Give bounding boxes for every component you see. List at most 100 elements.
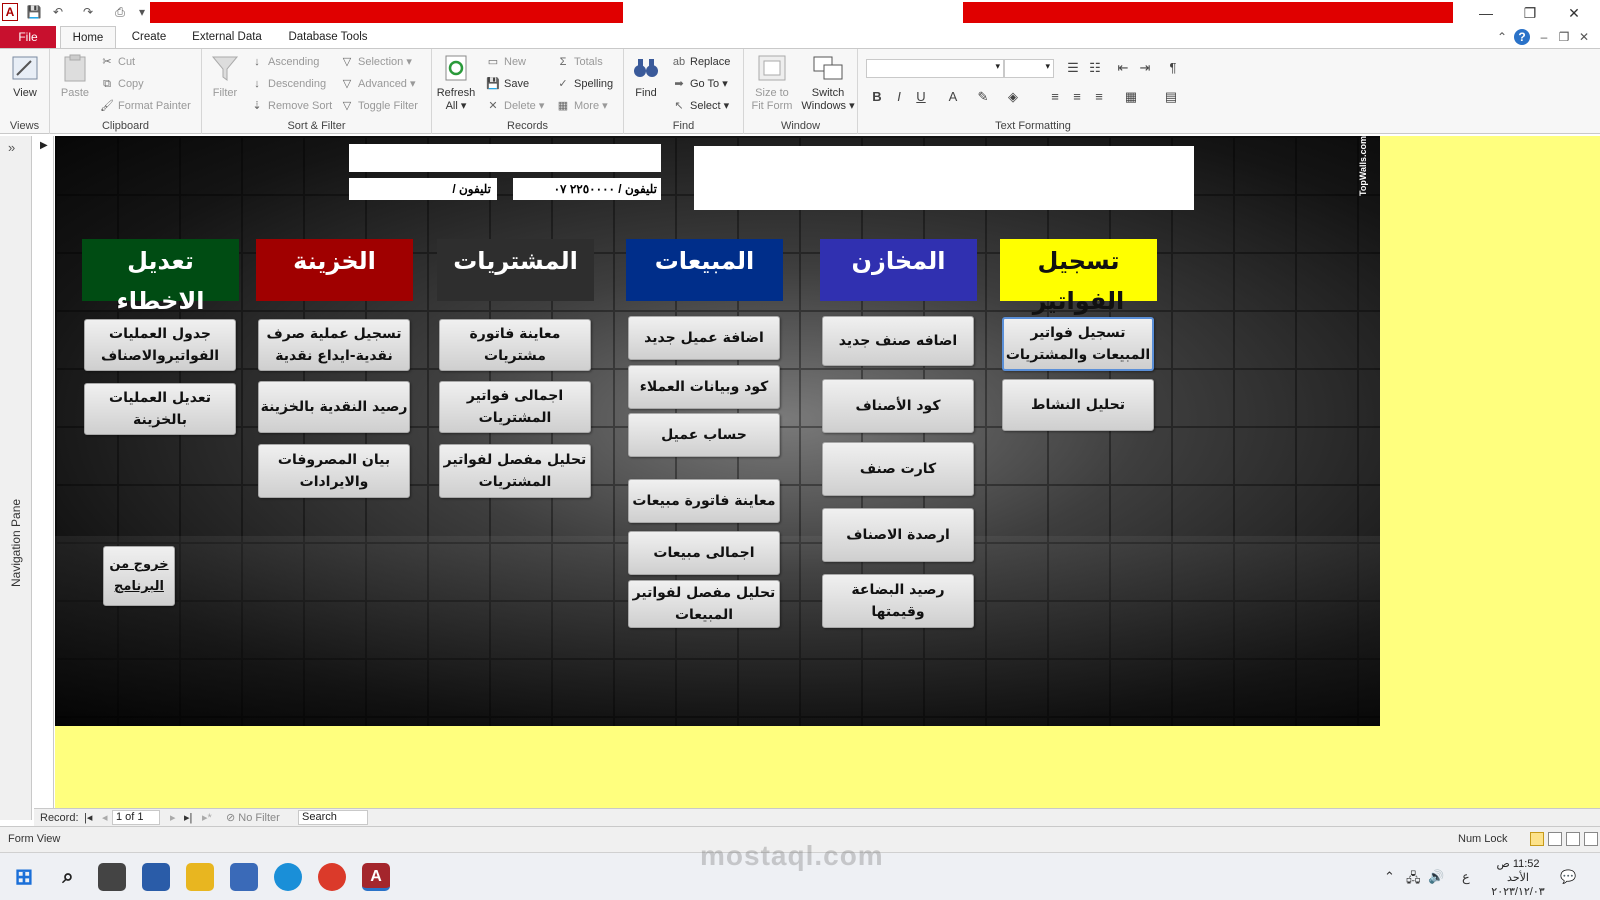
spelling-button[interactable]: ✓ Spelling [556, 75, 613, 93]
descending-button[interactable]: ↓ Descending [250, 75, 326, 93]
tab-home[interactable]: Home [60, 26, 116, 48]
increase-indent-icon[interactable]: ⇥ [1136, 60, 1154, 76]
activity-analysis-button[interactable]: تحليل النشاط [1002, 379, 1154, 431]
item-codes-button[interactable]: كود الأصناف [822, 379, 974, 433]
paragraph-direction-icon[interactable]: ¶ [1164, 60, 1182, 75]
ascending-button[interactable]: ↓ Ascending [250, 53, 319, 71]
total-purchases-button[interactable]: اجمالى فواتير المشتريات [439, 381, 591, 433]
item-card-button[interactable]: كارت صنف [822, 442, 974, 496]
size-to-fit-button[interactable]: Size to Fit Form [748, 53, 796, 113]
doc-minimize-icon[interactable]: – [1536, 29, 1552, 45]
new-record-nav-button[interactable]: ▸* [202, 810, 212, 826]
doc-restore-icon[interactable]: ❐ [1556, 29, 1572, 45]
toggle-filter-button[interactable]: ▽ Toggle Filter [340, 97, 418, 115]
decrease-indent-icon[interactable]: ⇤ [1114, 60, 1132, 76]
current-record-field[interactable]: 1 of 1 [112, 810, 160, 825]
align-right-icon[interactable]: ≡ [1090, 89, 1108, 104]
expenses-revenues-button[interactable]: بيان المصروفات والايرادات [258, 444, 410, 498]
print-preview-icon[interactable]: ⎙ [112, 4, 128, 20]
purchase-detail-analysis-button[interactable]: تحليل مفصل لفواتير المشتريات [439, 444, 591, 498]
task-view-icon[interactable] [98, 863, 126, 891]
help-icon[interactable]: ? [1514, 29, 1530, 45]
add-customer-button[interactable]: اضافة عميل جديد [628, 316, 780, 360]
tab-file[interactable]: File [0, 26, 56, 48]
doc-close-icon[interactable]: ✕ [1576, 29, 1592, 45]
tab-database-tools[interactable]: Database Tools [280, 26, 376, 48]
design-view-mode-icon[interactable] [1584, 832, 1598, 846]
switch-windows-button[interactable]: Switch Windows ▾ [800, 53, 856, 113]
register-invoices-button[interactable]: تسجيل فواتير المبيعات والمشتريات [1002, 317, 1154, 371]
italic-icon[interactable]: I [890, 89, 908, 104]
customer-codes-button[interactable]: كود وبيانات العملاء [628, 365, 780, 409]
search-icon[interactable]: ⌕ [54, 863, 82, 891]
font-name-dropdown[interactable]: ▾ [866, 59, 1004, 78]
access-app-icon[interactable]: A [2, 3, 18, 21]
fill-color-icon[interactable]: ◈ [1004, 89, 1022, 105]
no-filter-indicator[interactable]: ⊘ No Filter [226, 810, 280, 826]
advanced-button[interactable]: ▽ Advanced ▾ [340, 75, 416, 93]
layout-view-icon[interactable] [1566, 832, 1580, 846]
bold-icon[interactable]: B [868, 89, 886, 104]
paste-button[interactable]: Paste [56, 53, 94, 100]
gridlines-icon[interactable]: ▦ [1122, 89, 1140, 105]
font-size-dropdown[interactable]: ▾ [1004, 59, 1054, 78]
remove-sort-button[interactable]: ⇣ Remove Sort [250, 97, 332, 115]
nav-pane-expand-icon[interactable]: » [8, 140, 15, 155]
chrome-browser-icon[interactable] [318, 863, 346, 891]
operations-table-button[interactable]: جدول العمليات الفواتيروالاصناف [84, 319, 236, 371]
stock-value-button[interactable]: رصيد البضاعة وقيمتها [822, 574, 974, 628]
redo-icon[interactable]: ↷ [80, 4, 96, 20]
align-center-icon[interactable]: ≡ [1068, 89, 1086, 104]
search-input[interactable]: Search [298, 810, 368, 825]
system-clock[interactable]: 11:52 ص الأحد ٢٠٢٣/١٢/٠٣ [1478, 857, 1558, 899]
access-taskbar-icon[interactable]: A [362, 863, 390, 891]
restore-button[interactable]: ❐ [1508, 2, 1552, 24]
find-button[interactable]: Find [628, 53, 664, 100]
underline-icon[interactable]: U [912, 89, 930, 104]
windows-start-icon[interactable]: ⊞ [10, 863, 38, 891]
tray-overflow-icon[interactable]: ⌃ [1384, 869, 1395, 885]
minimize-button[interactable]: — [1464, 2, 1508, 24]
purchase-invoice-view-button[interactable]: معاينة فاتورة مشتريات [439, 319, 591, 371]
save-icon[interactable]: 💾 [26, 4, 42, 20]
totals-button[interactable]: Σ Totals [556, 53, 603, 71]
first-record-button[interactable]: |◂ [84, 810, 92, 826]
form-view-icon[interactable] [1530, 832, 1544, 846]
add-item-button[interactable]: اضافه صنف جديد [822, 316, 974, 366]
align-left-icon[interactable]: ≡ [1046, 89, 1064, 104]
record-selector[interactable]: ▶ [34, 136, 54, 808]
numbering-icon[interactable]: ☷ [1086, 60, 1104, 76]
edge-browser-icon[interactable] [274, 863, 302, 891]
save-record-button[interactable]: 💾 Save [486, 75, 529, 93]
filter-button[interactable]: Filter [208, 53, 242, 100]
alternate-row-color-icon[interactable]: ▤ [1162, 89, 1180, 105]
exit-program-button[interactable]: خروج من البرنامج [103, 546, 175, 606]
copy-button[interactable]: ⧉ Copy [100, 75, 144, 93]
refresh-all-button[interactable]: Refresh All ▾ [436, 53, 476, 113]
previous-record-button[interactable]: ◂ [102, 810, 108, 826]
select-button[interactable]: ↖ Select ▾ [672, 97, 729, 115]
goto-button[interactable]: ➡ Go To ▾ [672, 75, 727, 93]
volume-icon[interactable]: 🔊 [1428, 869, 1444, 885]
navigation-pane[interactable]: » Navigation Pane [0, 136, 32, 820]
nav-pane-label[interactable]: Navigation Pane [9, 499, 23, 587]
cash-operation-button[interactable]: تسجيل عملية صرف نقدية-ايداع نقدية [258, 319, 410, 371]
sales-detail-analysis-button[interactable]: تحليل مفصل لفواتير المبيعات [628, 580, 780, 628]
customer-account-button[interactable]: حساب عميل [628, 413, 780, 457]
view-button[interactable]: View [6, 53, 44, 100]
replace-button[interactable]: ab Replace [672, 53, 730, 71]
item-balances-button[interactable]: ارصدة الاصناف [822, 508, 974, 562]
cash-balance-button[interactable]: رصيد النقدية بالخزينة [258, 381, 410, 433]
delete-record-button[interactable]: ✕ Delete ▾ [486, 97, 544, 115]
selection-button[interactable]: ▽ Selection ▾ [340, 53, 412, 71]
tab-external-data[interactable]: External Data [184, 26, 270, 48]
font-color-icon[interactable]: A [944, 89, 962, 104]
bullets-icon[interactable]: ☰ [1064, 60, 1082, 76]
highlight-icon[interactable]: ✎ [974, 89, 992, 105]
input-language-indicator[interactable]: ع [1462, 869, 1470, 885]
next-record-button[interactable]: ▸ [170, 810, 176, 826]
undo-icon[interactable]: ↶ [50, 4, 66, 20]
ribbon-collapse-icon[interactable]: ⌃ [1494, 29, 1510, 45]
total-sales-button[interactable]: اجمالى مبيعات [628, 531, 780, 575]
customize-qat-icon[interactable]: ▾ [134, 4, 150, 20]
